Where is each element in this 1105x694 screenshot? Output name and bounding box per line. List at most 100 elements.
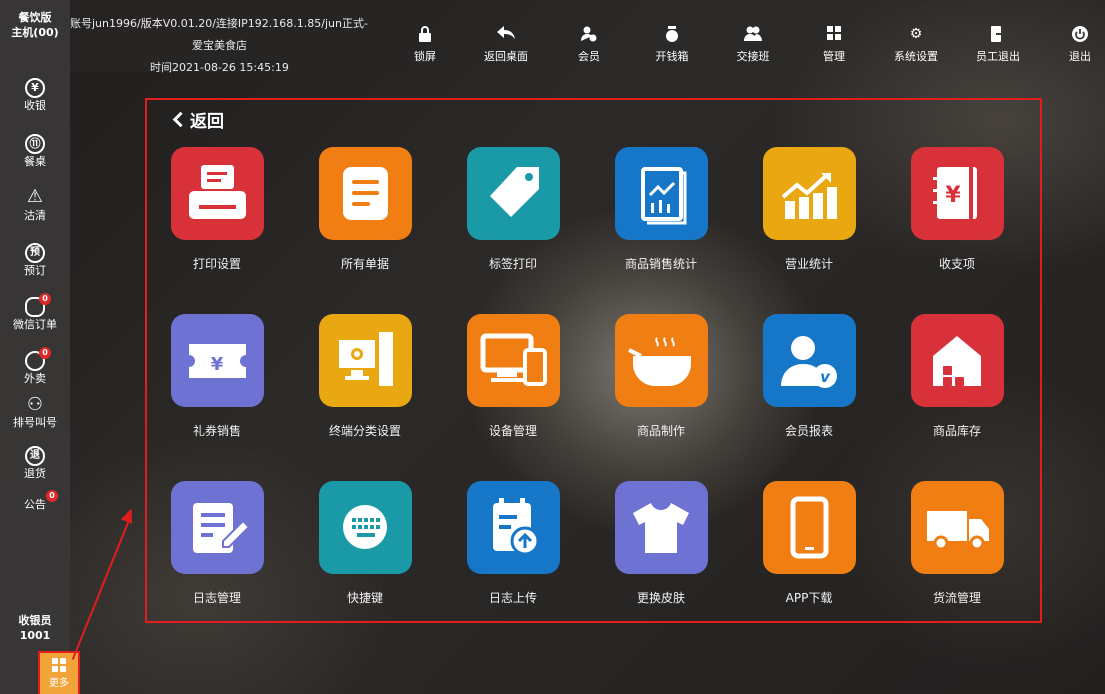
toolbar-label: 交接班 (736, 50, 770, 63)
staff-logout-button[interactable]: 员工退出 (958, 26, 1038, 64)
sidebar-item-returns[interactable]: 退 退货 (0, 446, 70, 481)
return-goods-icon: 退 (25, 446, 45, 466)
upload-log-icon (466, 481, 560, 574)
wechat-icon: 0 (25, 293, 51, 317)
manage-icon (794, 26, 874, 42)
tile-app-download[interactable]: APP下载 (739, 481, 879, 606)
tile-label: 打印设置 (192, 257, 241, 271)
tile-print-settings[interactable]: 打印设置 (147, 147, 287, 272)
lock-screen-button[interactable]: 锁屏 (385, 26, 465, 64)
current-time: 时间2021-08-26 15:45:19 (150, 61, 289, 74)
sidebar: 餐饮版 主机(00) ¥ 收银 ⑪ 餐桌 ⚠ 沽清 预 预订 0 微信订单 0 … (0, 0, 70, 694)
sidebar-item-takeout[interactable]: 0 外卖 (0, 347, 70, 386)
tile-terminal-category-settings[interactable]: 终端分类设置 (295, 314, 435, 439)
sidebar-item-reservation[interactable]: 预 预订 (0, 243, 70, 278)
edition-label: 餐饮版 (18, 11, 52, 24)
system-info: 账号jun1996/版本V0.01.20/连接IP192.168.1.85/ju… (70, 0, 410, 74)
sidebar-item-label: 微信订单 (13, 318, 57, 331)
tile-label: 商品销售统计 (624, 257, 697, 271)
warehouse-icon (910, 314, 1004, 407)
document-icon (318, 147, 412, 240)
count-badge: 0 (39, 347, 51, 359)
trend-chart-icon (762, 147, 856, 240)
sidebar-item-tables[interactable]: ⑪ 餐桌 (0, 134, 70, 169)
member-button[interactable]: 会员 (549, 26, 629, 64)
return-icon (466, 26, 546, 42)
tile-label: 商品库存 (932, 424, 981, 438)
cashier-label: 收银员 (18, 614, 52, 627)
tile-business-stats[interactable]: 营业统计 (739, 147, 879, 272)
back-label: 返回 (190, 112, 224, 132)
terminal-icon (318, 314, 412, 407)
back-button[interactable]: 返回 (172, 107, 224, 132)
member-icon (549, 26, 629, 42)
handover-icon (713, 26, 793, 42)
tile-product-making[interactable]: 商品制作 (591, 314, 731, 439)
tile-label: 更换皮肤 (636, 591, 685, 605)
count-badge: 0 (39, 293, 51, 305)
voucher-icon: ¥ (170, 314, 264, 407)
queue-people-icon: ⚇ (26, 394, 44, 415)
truck-icon (910, 481, 1004, 574)
count-badge: 0 (46, 490, 58, 502)
sales-chart-icon (614, 147, 708, 240)
tile-label: 礼券销售 (192, 424, 241, 438)
sidebar-item-queue-call[interactable]: ⚇ 排号叫号 (0, 395, 70, 430)
sidebar-item-label: 沽清 (24, 209, 46, 222)
exit-button[interactable]: 退出 (1040, 26, 1105, 64)
tile-log-management[interactable]: 日志管理 (147, 481, 287, 606)
system-settings-button[interactable]: ⚙ 系统设置 (876, 26, 956, 64)
tile-label: 快捷键 (346, 591, 383, 605)
sidebar-item-label: 公告 (24, 498, 46, 511)
member-report-icon: v (762, 314, 856, 407)
tile-income-expense[interactable]: ¥ 收支项 (887, 147, 1027, 272)
tile-label: 终端分类设置 (328, 424, 401, 438)
cashier-id: 1001 (19, 629, 51, 642)
tile-label: 商品制作 (636, 424, 685, 438)
printer-icon (170, 147, 264, 240)
tile-log-upload[interactable]: 日志上传 (443, 481, 583, 606)
cashier-info: 收银员 1001 (0, 613, 70, 643)
sidebar-item-wechat-orders[interactable]: 0 微信订单 (0, 293, 70, 332)
sidebar-header: 餐饮版 主机(00) (0, 0, 70, 40)
toolbar-label: 员工退出 (976, 50, 1020, 63)
dining-icon: ⑪ (25, 134, 45, 154)
tile-label: APP下载 (785, 591, 833, 605)
tile-product-sales-stats[interactable]: 商品销售统计 (591, 147, 731, 272)
toolbar-label: 锁屏 (414, 50, 436, 63)
sidebar-item-label: 外卖 (24, 372, 46, 385)
warning-icon: ⚠ (26, 186, 44, 207)
phone-icon (762, 481, 856, 574)
sidebar-item-label: 预订 (24, 264, 46, 277)
toolbar-label: 退出 (1069, 50, 1091, 63)
tile-label: 日志管理 (192, 591, 241, 605)
shift-handover-button[interactable]: 交接班 (713, 26, 793, 64)
tile-member-report[interactable]: v 会员报表 (739, 314, 879, 439)
tile-change-skin[interactable]: 更换皮肤 (591, 481, 731, 606)
sidebar-item-sold-out[interactable]: ⚠ 沽清 (0, 188, 70, 223)
svg-text:v: v (820, 368, 831, 386)
tile-all-documents[interactable]: 所有单据 (295, 147, 435, 272)
open-cash-drawer-button[interactable]: 开钱箱 (632, 26, 712, 64)
tile-label: 营业统计 (784, 257, 833, 271)
tile-label: 会员报表 (784, 424, 833, 438)
yen-icon: ¥ (25, 78, 45, 98)
sidebar-item-label: 排号叫号 (13, 416, 57, 429)
staff-exit-icon (958, 26, 1038, 42)
annotation-arrow-head (120, 506, 138, 524)
toolbar-label: 管理 (823, 50, 845, 63)
tile-device-management[interactable]: 设备管理 (443, 314, 583, 439)
return-desktop-button[interactable]: 返回桌面 (466, 26, 546, 64)
tile-shortcut-keys[interactable]: 快捷键 (295, 481, 435, 606)
more-label: 更多 (49, 678, 69, 689)
tile-logistics-management[interactable]: 货流管理 (887, 481, 1027, 606)
tile-label-print[interactable]: 标签打印 (443, 147, 583, 272)
ledger-icon: ¥ (910, 147, 1004, 240)
sidebar-item-notice[interactable]: 公告 0 (0, 490, 70, 512)
sidebar-item-checkout[interactable]: ¥ 收银 (0, 78, 70, 113)
manage-button[interactable]: 管理 (794, 26, 874, 64)
tile-product-inventory[interactable]: 商品库存 (887, 314, 1027, 439)
tile-voucher-sales[interactable]: ¥ 礼券销售 (147, 314, 287, 439)
svg-text:¥: ¥ (210, 354, 223, 375)
toolbar-label: 会员 (578, 50, 600, 63)
